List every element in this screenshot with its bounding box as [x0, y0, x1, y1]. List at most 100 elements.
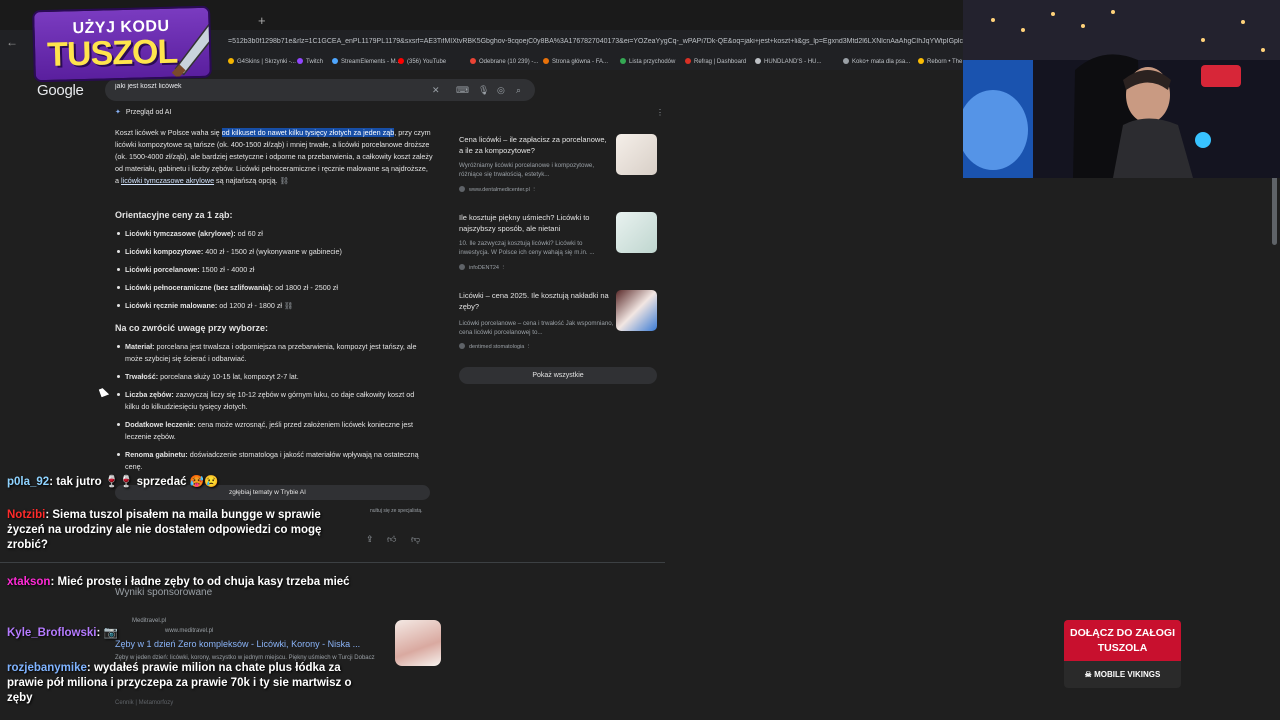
source-title[interactable]: Licówki – cena 2025. Ile kosztują nakład… [459, 290, 609, 312]
factor-item: Dodatkowe leczenie: cena może wzrosnąć, … [117, 419, 430, 443]
factor-item: Trwałość: porcelana służy 10-15 lat, kom… [117, 371, 430, 383]
bookmark-item[interactable]: Twitch [297, 58, 323, 65]
site-favicon-icon [459, 186, 465, 192]
search-box[interactable]: ✕ ⌨ 🎙 ◎ ⌕ [105, 79, 535, 101]
chat-text: Siema tuszol pisałem na maila bungge w s… [7, 509, 322, 551]
price-item: Licówki tymczasowe (akrylowe): od 60 zł [117, 228, 430, 240]
source-thumbnail[interactable] [616, 134, 657, 175]
bookmark-favicon-icon [755, 58, 761, 64]
chat-separator: : [86, 662, 94, 674]
url-text[interactable]: =512b3b0f1298b71e&rlz=1C1GCEA_enPL1179PL… [228, 38, 963, 45]
bookmark-label: (356) YouTube [407, 59, 447, 65]
share-icon[interactable]: ⇪ [366, 534, 374, 545]
bookmark-item[interactable]: Lista przychodów [620, 58, 675, 65]
link-icon[interactable]: ⛓ [278, 176, 289, 185]
bookmark-item[interactable]: HUNDLAND'S - HU... [755, 58, 821, 65]
intro-link[interactable]: licówki tymczasowe akrylowe [121, 176, 214, 185]
bookmark-favicon-icon [685, 58, 691, 64]
chat-separator: : [96, 627, 104, 639]
intro-end: są najtańszą opcją. [214, 176, 278, 185]
bookmark-favicon-icon [470, 58, 476, 64]
bookmark-label: Koko+ mata dla psa... [852, 59, 911, 65]
bookmark-item[interactable]: Strona główna - FA... [543, 58, 608, 65]
chat-message: xtakson: Mieć proste i ładne zęby to od … [7, 575, 352, 590]
bookmark-favicon-icon [843, 58, 849, 64]
thumbs-down-icon[interactable]: 👎︎ [411, 534, 420, 545]
bookmark-item[interactable]: StreamElements - M... [332, 58, 401, 65]
back-icon[interactable]: ← [6, 35, 18, 49]
divider [0, 562, 665, 563]
chat-username: Notzibi [7, 509, 46, 521]
price-value: od 60 zł [235, 229, 263, 238]
source-thumbnail[interactable] [616, 212, 657, 253]
source-card[interactable]: Cena licówki – ile zapłacisz za porcelan… [453, 134, 663, 204]
more-icon[interactable]: ⋮ [499, 265, 506, 271]
ai-overview-header: ✦ Przegląd od AI [115, 108, 171, 116]
ad-site-name[interactable]: Meditravel.pl [132, 618, 166, 624]
bookmark-label: Lista przychodów [629, 59, 676, 65]
new-tab-button[interactable]: + [258, 13, 266, 28]
bookmark-item[interactable]: Refrag | Dashboard [685, 58, 746, 65]
source-title[interactable]: Ile kosztuje piękny uśmiech? Licówki to … [459, 212, 609, 234]
chat-username: Kyle_Broflowski [7, 627, 97, 639]
promo-code-banner: UŻYJ KODU TUSZOL [32, 5, 212, 83]
chat-text: Mieć proste i ładne zęby to od chuja kas… [57, 576, 350, 588]
factor-name: Trwałość: [125, 372, 159, 381]
ai-overview-intro: Koszt licówek w Polsce waha się od kilku… [115, 127, 433, 187]
cta-brand-text: MOBILE VIKINGS [1094, 670, 1161, 679]
bookmark-favicon-icon [297, 58, 303, 64]
source-card[interactable]: Licówki – cena 2025. Ile kosztują nakład… [453, 290, 663, 360]
factor-value: porcelana służy 10-15 lat, kompozyt 2-7 … [158, 372, 299, 381]
price-name: Licówki ręcznie malowane: [125, 301, 218, 310]
mic-icon[interactable]: 🎙 [478, 85, 489, 96]
more-icon[interactable]: ⋮ [530, 187, 537, 193]
keyboard-icon[interactable]: ⌨ [456, 85, 469, 96]
search-input[interactable] [115, 83, 415, 90]
source-thumbnail[interactable] [616, 290, 657, 331]
bookmark-item[interactable]: (356) YouTube [398, 58, 446, 65]
source-site[interactable]: dentimed stomatologia ⋮ [459, 343, 531, 350]
knife-icon [171, 12, 212, 79]
show-all-button[interactable]: Pokaż wszystkie [459, 367, 657, 384]
source-title[interactable]: Cena licówki – ile zapłacisz za porcelan… [459, 134, 609, 156]
thumbs-up-icon[interactable]: 👍︎ [387, 534, 396, 545]
ad-thumbnail[interactable] [395, 620, 441, 666]
google-logo[interactable]: Google [37, 82, 84, 99]
price-value: 1500 zł - 4000 zł [199, 265, 255, 274]
source-snippet: Wyróżniamy licówki porcelanowe i kompozy… [459, 162, 595, 178]
more-options-icon[interactable]: ⋮ [656, 108, 664, 117]
source-site-name: www.dentalmedicenter.pl [469, 187, 530, 193]
bookmark-item[interactable]: Koko+ mata dla psa... [843, 58, 910, 65]
bookmark-label: HUNDLAND'S - HU... [764, 59, 822, 65]
source-card[interactable]: Ile kosztuje piękny uśmiech? Licówki to … [453, 212, 663, 282]
clear-icon[interactable]: ✕ [432, 85, 440, 96]
link-icon[interactable]: ⛓ [282, 301, 293, 310]
bookmark-favicon-icon [398, 58, 404, 64]
bookmark-item[interactable]: G4Skins | Skrzynki -... [228, 58, 296, 65]
chat-text: 📷 [103, 627, 118, 639]
disclaimer: nultuj się ze specjalistą. [370, 508, 423, 514]
bookmark-favicon-icon [543, 58, 549, 64]
bookmark-label: StreamElements - M... [341, 59, 401, 65]
price-item: Licówki ręcznie malowane: od 1200 zł - 1… [117, 300, 430, 312]
lens-icon[interactable]: ◎ [497, 85, 505, 96]
source-site[interactable]: www.dentalmedicenter.pl ⋮ [459, 186, 537, 193]
source-site[interactable]: infoDENT24 ⋮ [459, 264, 506, 271]
bookmark-item[interactable]: Odebrane (10 239) -... [470, 58, 538, 65]
price-name: Licówki tymczasowe (akrylowe): [125, 229, 236, 238]
intro-text: Koszt licówek w Polsce waha się [115, 128, 222, 137]
price-value: od 1200 zł - 1800 zł [217, 301, 283, 310]
source-snippet: 10. Ile zazwyczaj kosztują licówki? Licó… [459, 240, 595, 256]
chat-username: p0la_92 [7, 476, 50, 488]
search-icon[interactable]: ⌕ [516, 85, 521, 96]
factor-name: Dodatkowe leczenie: [125, 420, 196, 429]
bookmark-label: Refrag | Dashboard [694, 59, 747, 65]
join-crew-banner: DOŁĄCZ DO ZAŁOGI TUSZOLA ☠ MOBILE VIKINGS [1064, 620, 1181, 688]
bookmark-label: Twitch [306, 59, 324, 65]
site-favicon-icon [459, 343, 465, 349]
chat-text: tak jutro 🍷🍷 sprzedać 🥵😢 [56, 476, 219, 488]
webcam-overlay [963, 0, 1280, 178]
more-icon[interactable]: ⋮ [524, 344, 532, 350]
section-prices-title: Orientacyjne ceny za 1 ząb: [115, 210, 233, 220]
bookmark-favicon-icon [918, 58, 924, 64]
